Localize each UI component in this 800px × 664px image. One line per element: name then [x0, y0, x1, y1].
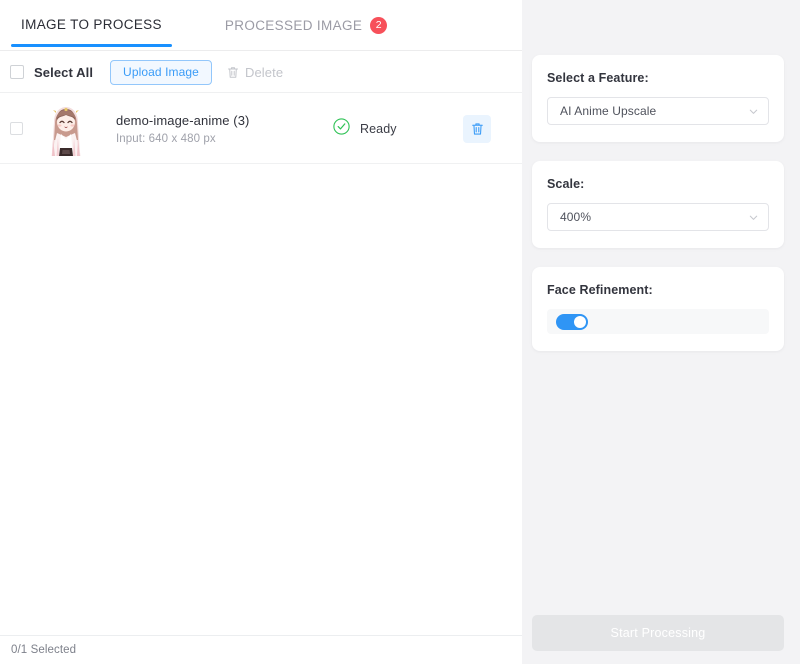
feature-label: Select a Feature:: [547, 71, 649, 85]
image-meta: demo-image-anime (3) Input: 640 x 480 px: [116, 113, 333, 145]
settings-sidebar: Select a Feature: AI Anime Upscale Scale…: [522, 0, 800, 664]
delete-label: Delete: [244, 64, 284, 80]
delete-button[interactable]: Delete: [227, 65, 283, 80]
processed-count-badge: 2: [370, 17, 388, 34]
check-circle-icon: [333, 117, 350, 140]
select-all-checkbox[interactable]: [10, 65, 24, 79]
image-list: demo-image-anime (3) Input: 640 x 480 px…: [0, 93, 522, 635]
trash-icon: [227, 66, 239, 79]
list-toolbar: Select All Upload Image Delete: [0, 51, 522, 93]
status-badge: Ready: [333, 117, 463, 140]
scale-select[interactable]: 400%: [547, 203, 769, 231]
scale-card: Scale: 400%: [532, 161, 784, 248]
table-row[interactable]: demo-image-anime (3) Input: 640 x 480 px…: [0, 93, 522, 164]
tab-image-to-process[interactable]: IMAGE TO PROCESS: [11, 17, 172, 47]
chevron-down-icon: [749, 215, 758, 220]
tab-bar: IMAGE TO PROCESS PROCESSED IMAGE 2: [0, 0, 522, 51]
face-refinement-row: [547, 309, 769, 334]
feature-card: Select a Feature: AI Anime Upscale: [532, 55, 784, 142]
image-name: demo-image-anime (3): [116, 112, 250, 128]
face-refinement-toggle[interactable]: [556, 313, 588, 330]
chevron-down-icon: [749, 109, 758, 114]
image-processing-app: IMAGE TO PROCESS PROCESSED IMAGE 2 Selec…: [0, 0, 800, 664]
selection-count: 0/1 Selected: [11, 644, 77, 656]
start-processing-button[interactable]: Start Processing: [532, 615, 784, 651]
feature-value: AI Anime Upscale: [560, 104, 657, 118]
upload-image-button[interactable]: Upload Image: [110, 59, 212, 85]
row-delete-button[interactable]: [463, 114, 491, 143]
face-refinement-card: Face Refinement:: [532, 267, 784, 351]
scale-value: 400%: [560, 210, 592, 224]
main-panel: IMAGE TO PROCESS PROCESSED IMAGE 2 Selec…: [0, 0, 522, 664]
image-dimensions: Input: 640 x 480 px: [116, 132, 216, 145]
row-checkbox[interactable]: [10, 122, 23, 135]
tab-label: IMAGE TO PROCESS: [21, 17, 162, 32]
tab-processed-image[interactable]: PROCESSED IMAGE 2: [215, 17, 397, 47]
select-all-label: Select All: [34, 64, 94, 80]
scale-label: Scale:: [547, 177, 585, 191]
status-label: Ready: [360, 121, 397, 136]
toggle-knob: [574, 315, 586, 328]
selection-status-bar: 0/1 Selected: [0, 635, 522, 664]
image-thumbnail: [37, 99, 95, 158]
feature-select[interactable]: AI Anime Upscale: [547, 97, 769, 125]
tab-label: PROCESSED IMAGE: [224, 18, 363, 33]
face-refinement-label: Face Refinement:: [547, 283, 653, 297]
